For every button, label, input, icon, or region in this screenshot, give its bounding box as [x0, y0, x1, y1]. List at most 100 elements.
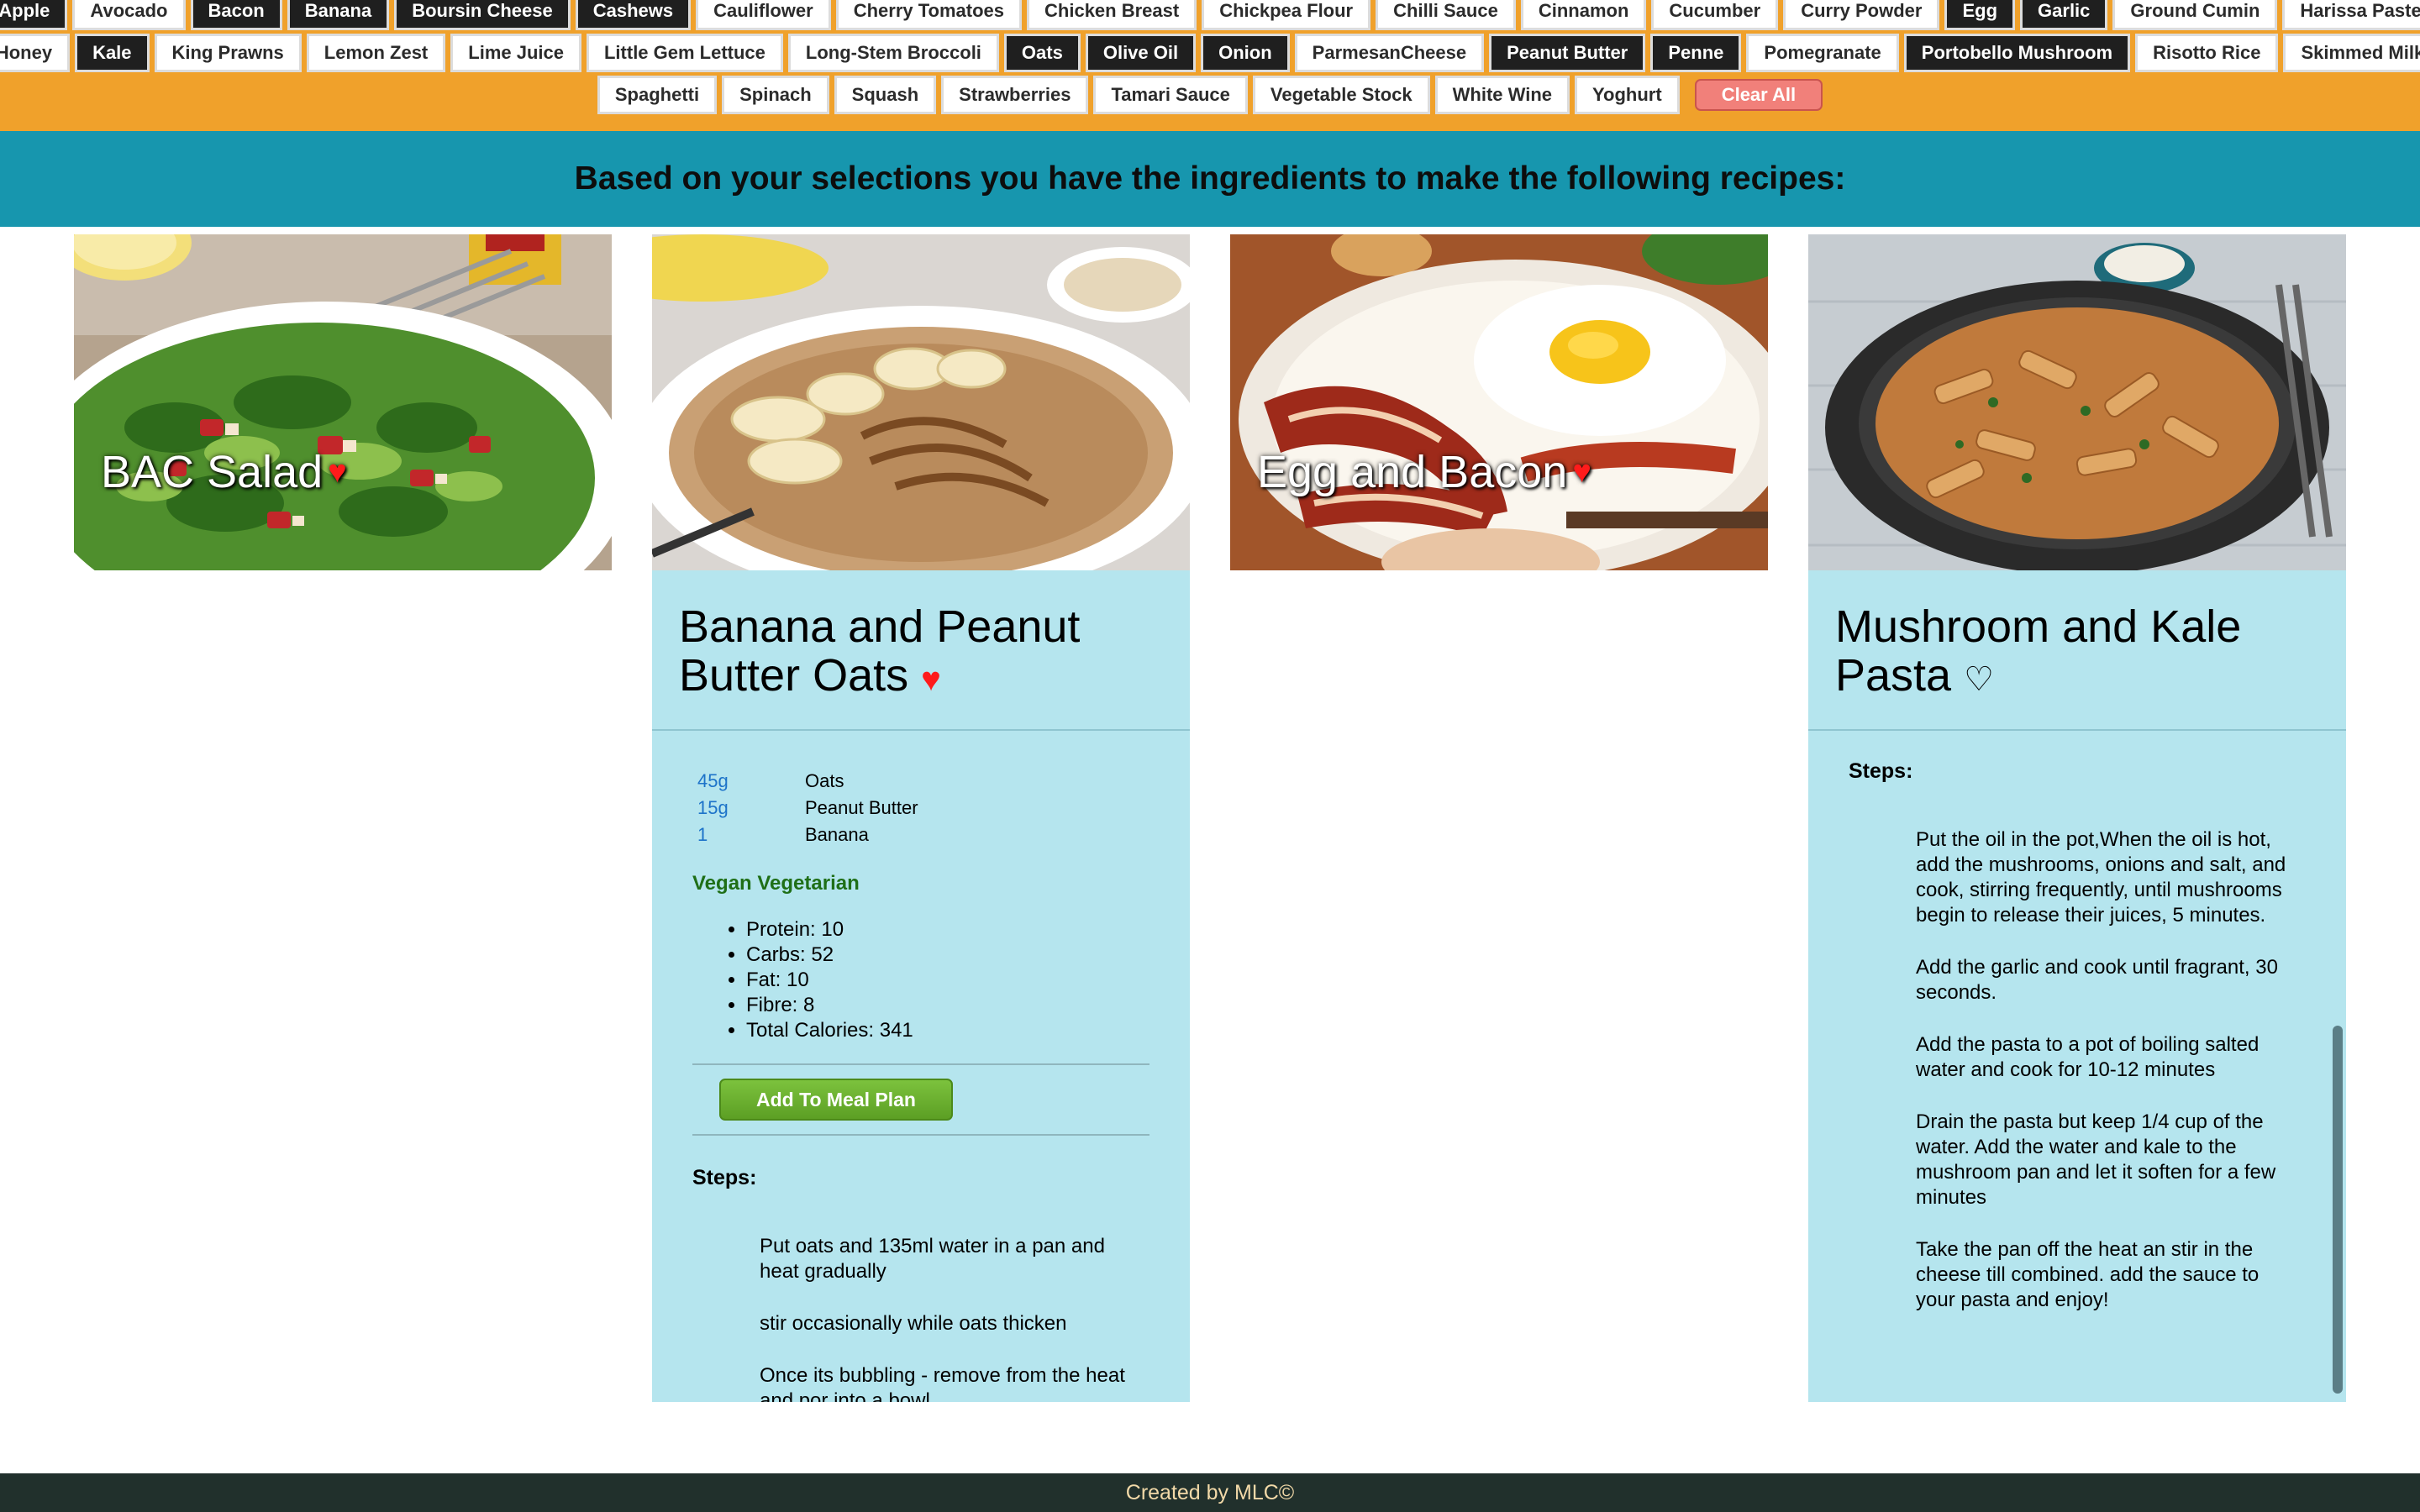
- ingredient-chip-yoghurt[interactable]: Yoghurt: [1575, 76, 1680, 114]
- clear-all-button[interactable]: Clear All: [1694, 79, 1823, 111]
- steps-list: Put oats and 135ml water in a pan and he…: [760, 1234, 1146, 1402]
- steps-list: Put the oil in the pot,When the oil is h…: [1916, 827, 2302, 1313]
- ingredient-chip-boursin-cheese[interactable]: Boursin Cheese: [394, 0, 571, 30]
- ingredient-chip-chickpea-flour[interactable]: Chickpea Flour: [1202, 0, 1371, 30]
- ingredient-chip-chicken-breast[interactable]: Chicken Breast: [1027, 0, 1197, 30]
- ingredient-chip-pomegranate[interactable]: Pomegranate: [1746, 34, 1899, 72]
- ingredient-chip-long-stem-broccoli[interactable]: Long-Stem Broccoli: [787, 34, 999, 72]
- ingredient-chip-little-gem-lettuce[interactable]: Little Gem Lettuce: [586, 34, 783, 72]
- ingredient-chip-parmesancheese[interactable]: ParmesanCheese: [1294, 34, 1485, 72]
- heart-filled-icon[interactable]: ♥: [921, 661, 941, 698]
- ingredient-chip-peanut-butter[interactable]: Peanut Butter: [1489, 34, 1646, 72]
- ingredient-chip-avocado[interactable]: Avocado: [72, 0, 186, 30]
- heart-filled-icon[interactable]: ♥: [1572, 454, 1591, 491]
- ingredient-chip-olive-oil[interactable]: Olive Oil: [1085, 34, 1197, 72]
- nutrition-list: Protein: 10 Carbs: 52 Fat: 10 Fibre: 8 T…: [746, 917, 1190, 1043]
- step-text: Add the garlic and cook until fragrant, …: [1916, 956, 2278, 1004]
- ingredient-chip-white-wine[interactable]: White Wine: [1434, 76, 1570, 114]
- recipe-title: Banana and Peanut Butter Oats ♥: [652, 570, 1190, 731]
- ingredient-chip-kale[interactable]: Kale: [75, 34, 150, 72]
- diet-tags: Vegan Vegetarian: [692, 872, 860, 895]
- ingredient-chip-cucumber[interactable]: Cucumber: [1651, 0, 1779, 30]
- recipe-card-banana-oats: Banana and Peanut Butter Oats ♥ 45g Oats…: [652, 234, 1190, 1402]
- ingredient-row-2: Honey Kale King Prawns Lemon Zest Lime Juice…: [0, 34, 2420, 76]
- oats-image: [652, 234, 1190, 570]
- step-text: Drain the pasta but keep 1/4 cup of the …: [1916, 1110, 2276, 1209]
- ingredient-chip-skimmed-milk[interactable]: Skimmed Milk: [2283, 34, 2420, 72]
- ingredient-chip-spinach[interactable]: Spinach: [722, 76, 829, 114]
- recipe-title-text: Banana and Peanut Butter Oats: [679, 601, 1081, 701]
- ingredient-chip-egg[interactable]: Egg: [1944, 0, 2016, 30]
- pasta-image: [1808, 234, 2346, 570]
- ingredient-qty: 15g: [697, 797, 729, 818]
- ingredient-chip-portobello-mushroom[interactable]: Portobello Mushroom: [1903, 34, 2131, 72]
- nutrition-carbs: Carbs: 52: [746, 942, 1190, 968]
- ingredient-chip-apple[interactable]: Apple: [0, 0, 68, 30]
- recipe-title: Mushroom and Kale Pasta ♡: [1808, 570, 2346, 731]
- heart-filled-icon[interactable]: ♥: [328, 454, 347, 491]
- ingredient-chip-risotto-rice[interactable]: Risotto Rice: [2135, 34, 2279, 72]
- steps-scrollbar[interactable]: [2333, 1026, 2343, 1394]
- ingredient-name: Oats: [805, 770, 844, 791]
- recipe-details: Banana and Peanut Butter Oats ♥ 45g Oats…: [652, 570, 1190, 1402]
- recipe-details: Mushroom and Kale Pasta ♡ Steps: Put the…: [1808, 570, 2346, 1402]
- step-text: Once its bubbling - remove from the heat…: [760, 1364, 1125, 1402]
- ingredient-chip-cauliflower[interactable]: Cauliflower: [696, 0, 831, 30]
- ingredient-row-3: Spaghetti Spinach Squash Strawberries Tamari…: [0, 76, 2420, 118]
- ingredient-chip-ground-cumin[interactable]: Ground Cumin: [2112, 0, 2278, 30]
- ingredient-chip-onion[interactable]: Onion: [1201, 34, 1290, 72]
- ingredient-chip-cashews[interactable]: Cashews: [575, 0, 692, 30]
- heart-outline-icon[interactable]: ♡: [1964, 661, 1994, 698]
- recipe-title-text: Mushroom and Kale Pasta: [1835, 601, 2242, 701]
- ingredient-list: 45g Oats 15g Peanut Butter 1 Banana: [697, 768, 1190, 848]
- ingredient-chip-lemon-zest[interactable]: Lemon Zest: [306, 34, 446, 72]
- step-text: Take the pan off the heat an stir in the…: [1916, 1238, 2260, 1311]
- ingredient-row: 15g Peanut Butter: [697, 795, 1190, 822]
- egg-bacon-image: [1230, 234, 1768, 570]
- ingredient-chip-cinnamon[interactable]: Cinnamon: [1520, 0, 1647, 30]
- nutrition-protein: Protein: 10: [746, 917, 1190, 942]
- ingredient-chip-penne[interactable]: Penne: [1650, 34, 1742, 72]
- nutrition-fat: Fat: 10: [746, 968, 1190, 993]
- recipe-card-bac-salad[interactable]: BAC Salad ♥: [74, 234, 612, 570]
- steps-label: Steps:: [1849, 759, 1913, 783]
- step-text: Put the oil in the pot,When the oil is h…: [1916, 828, 2286, 927]
- ingredient-chip-lime-juice[interactable]: Lime Juice: [450, 34, 581, 72]
- ingredient-chip-strawberries[interactable]: Strawberries: [941, 76, 1089, 114]
- recipe-photo-oats[interactable]: [652, 234, 1190, 570]
- ingredient-chip-banana[interactable]: Banana: [287, 0, 390, 30]
- ingredient-row-1: Apple Avocado Bacon Banana Boursin Cheese Cas…: [0, 0, 2420, 34]
- recipe-photo-salad[interactable]: BAC Salad ♥: [74, 234, 612, 570]
- recipe-card-mushroom-pasta: Mushroom and Kale Pasta ♡ Steps: Put the…: [1808, 234, 2346, 1402]
- divider: [692, 1134, 1150, 1136]
- recipe-photo-pasta[interactable]: [1808, 234, 2346, 570]
- ingredient-row: 1 Banana: [697, 822, 1190, 848]
- ingredient-chip-cherry-tomatoes[interactable]: Cherry Tomatoes: [835, 0, 1023, 30]
- ingredient-chip-squash[interactable]: Squash: [834, 76, 937, 114]
- ingredient-name: Banana: [805, 824, 869, 845]
- ingredient-chip-curry-powder[interactable]: Curry Powder: [1783, 0, 1940, 30]
- ingredient-chip-bacon[interactable]: Bacon: [190, 0, 282, 30]
- results-banner: Based on your selections you have the in…: [0, 131, 2420, 227]
- ingredient-name: Peanut Butter: [805, 797, 918, 818]
- ingredient-chip-garlic[interactable]: Garlic: [2020, 0, 2108, 30]
- salad-image: [74, 234, 612, 570]
- recipe-card-egg-bacon[interactable]: Egg and Bacon ♥: [1230, 234, 1768, 570]
- ingredient-chip-harissa-paste[interactable]: Harissa Paste: [2282, 0, 2420, 30]
- footer: Created by MLC©: [0, 1473, 2420, 1512]
- ingredient-chip-spaghetti[interactable]: Spaghetti: [597, 76, 718, 114]
- recipe-photo-title: BAC Salad ♥: [101, 446, 347, 498]
- ingredient-chip-honey[interactable]: Honey: [0, 34, 71, 72]
- ingredient-chip-chilli-sauce[interactable]: Chilli Sauce: [1376, 0, 1516, 30]
- add-to-meal-plan-button[interactable]: Add To Meal Plan: [719, 1079, 953, 1121]
- ingredient-chip-king-prawns[interactable]: King Prawns: [154, 34, 302, 72]
- nutrition-fibre: Fibre: 8: [746, 993, 1190, 1018]
- ingredient-chip-tamari-sauce[interactable]: Tamari Sauce: [1093, 76, 1248, 114]
- steps-label: Steps:: [692, 1166, 757, 1189]
- recipe-photo-title: Egg and Bacon ♥: [1257, 446, 1591, 498]
- ingredient-chip-vegetable-stock[interactable]: Vegetable Stock: [1252, 76, 1430, 114]
- ingredient-filter-bar: Apple Avocado Bacon Banana Boursin Cheese Cas…: [0, 0, 2420, 131]
- ingredient-chip-oats[interactable]: Oats: [1003, 34, 1081, 72]
- recipe-photo-egg[interactable]: Egg and Bacon ♥: [1230, 234, 1768, 570]
- results-heading: Based on your selections you have the in…: [574, 160, 1846, 197]
